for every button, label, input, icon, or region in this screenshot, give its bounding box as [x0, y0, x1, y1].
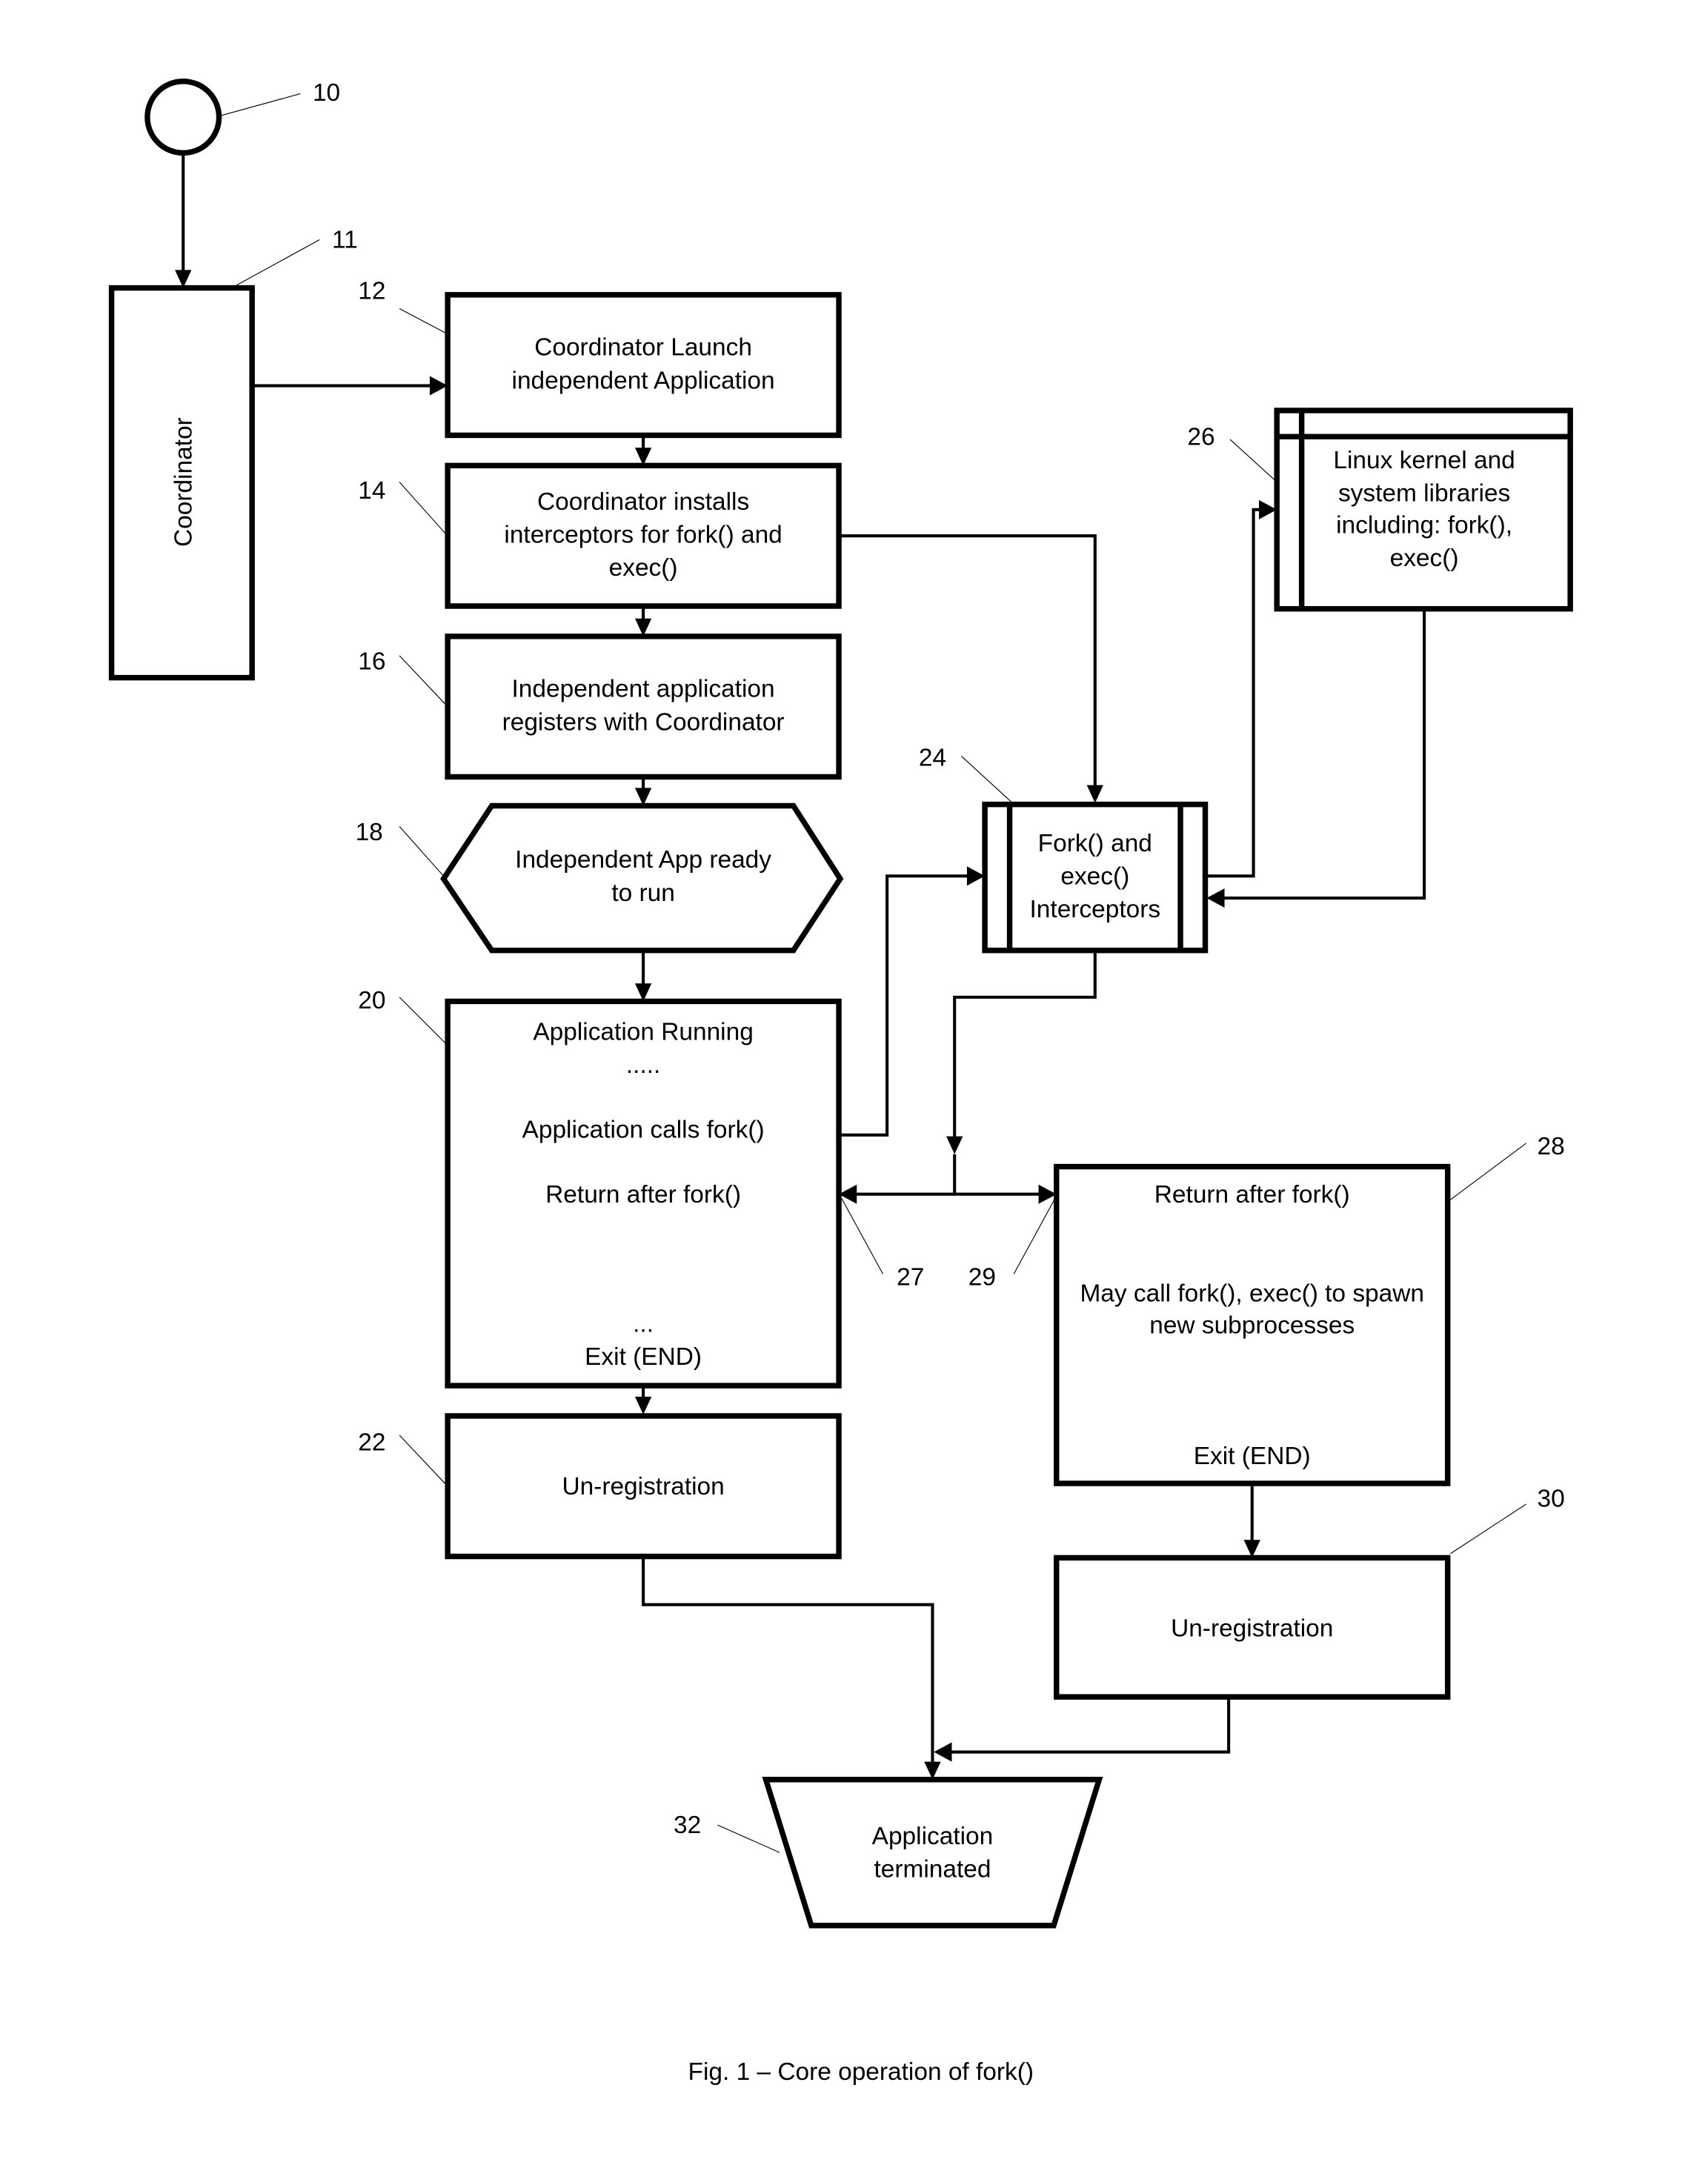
arrow-head-icon — [1206, 888, 1225, 908]
coordinator-node: Coordinator — [108, 285, 255, 681]
figure-caption: Fig. 1 – Core operation of fork() — [688, 2058, 1034, 2086]
install-label-line: interceptors for fork() and — [504, 521, 782, 548]
leader-line-30 — [1450, 1503, 1526, 1554]
leader-line-11 — [233, 239, 320, 287]
connector-unregister-child-terminated — [950, 1697, 1231, 1754]
leader-line-10 — [220, 93, 301, 116]
ready-label-line: to run — [611, 879, 675, 907]
coordinator-label: Coordinator — [170, 417, 197, 547]
ref-number-18: 18 — [356, 819, 383, 846]
unregister-parent-label: Un-registration — [562, 1473, 724, 1500]
kernel-label-line: including: fork(), — [1336, 511, 1512, 539]
connector-install-interceptors — [839, 534, 1097, 788]
arrow-head-icon — [634, 1396, 652, 1415]
running-label-line: Application calls fork() — [522, 1116, 765, 1143]
ref-number-11: 11 — [332, 227, 358, 254]
start-node — [144, 79, 222, 156]
ref-number-12: 12 — [358, 277, 385, 305]
ref-number-10: 10 — [313, 79, 340, 107]
ref-number-22: 22 — [358, 1429, 385, 1456]
ref-number-24: 24 — [919, 745, 946, 772]
interceptors-label-line: exec() — [1060, 862, 1129, 890]
ref-number-26: 26 — [1187, 423, 1214, 450]
register-node: Independent application registers with C… — [445, 634, 842, 780]
running-label-line: ..... — [626, 1051, 660, 1079]
leader-line-22 — [399, 1434, 447, 1486]
interceptors-label-line: Fork() and — [1038, 830, 1152, 857]
leader-line-27 — [841, 1198, 884, 1274]
launch-box — [445, 292, 842, 439]
install-node: Coordinator installs interceptors for fo… — [445, 462, 842, 609]
child-label-line: May call fork(), exec() to spawn — [1080, 1280, 1424, 1308]
ref-number-20: 20 — [358, 987, 385, 1014]
terminated-label-line: Application — [872, 1823, 994, 1850]
connector-interceptors-kernel — [1205, 508, 1262, 878]
launch-label-line: Coordinator Launch — [534, 334, 752, 362]
flowchart: 10 Coordinator 11 Coordinator Launch ind… — [108, 79, 1573, 2086]
child-node: Return after fork() May call fork(), exe… — [1054, 1163, 1451, 1486]
leader-line-12 — [399, 307, 447, 334]
ref-number-14: 14 — [358, 477, 385, 505]
kernel-label-line: exec() — [1390, 545, 1459, 572]
leader-line-16 — [399, 655, 447, 706]
ready-hexagon — [440, 802, 844, 954]
kernel-node: Linux kernel and system libraries includ… — [1274, 408, 1573, 612]
ready-node: Independent App ready to run — [440, 802, 844, 954]
child-label-line: Return after fork() — [1154, 1181, 1350, 1208]
launch-label-line: independent Application — [512, 367, 775, 394]
register-label-line: Independent application — [512, 676, 775, 703]
leader-line-14 — [399, 482, 447, 535]
child-label-line: Exit (END) — [1194, 1443, 1311, 1470]
terminated-node: Application terminated — [762, 1777, 1103, 1929]
connector-interceptors-return — [953, 950, 1097, 1138]
running-node: Application Running ..... Application ca… — [445, 998, 842, 1389]
leader-line-32 — [717, 1824, 780, 1853]
interceptors-node: Fork() and exec() Interceptors — [982, 801, 1209, 954]
connector-unregister-parent-terminated — [642, 1556, 934, 1763]
kernel-label-line: Linux kernel and — [1333, 447, 1515, 474]
unregister-child-label: Un-registration — [1171, 1615, 1333, 1642]
running-label-line: Application Running — [533, 1019, 753, 1046]
ref-number-27: 27 — [897, 1263, 924, 1291]
leader-line-18 — [399, 826, 444, 877]
unregister-child-node: Un-registration — [1054, 1554, 1451, 1700]
install-label-line: exec() — [609, 554, 678, 582]
terminated-label-line: terminated — [874, 1856, 991, 1883]
interceptors-label-line: Interceptors — [1030, 896, 1161, 923]
ref-number-16: 16 — [358, 648, 385, 675]
connector-running-interceptors — [839, 874, 968, 1137]
ref-number-30: 30 — [1538, 1486, 1565, 1513]
running-label-line: Exit (END) — [585, 1343, 702, 1371]
ref-number-28: 28 — [1538, 1133, 1565, 1160]
kernel-box — [1274, 408, 1573, 612]
ref-number-29: 29 — [968, 1263, 996, 1291]
child-label-line: new subprocesses — [1149, 1311, 1355, 1339]
kernel-label-line: system libraries — [1338, 480, 1510, 508]
leader-line-24 — [961, 756, 1011, 802]
ready-label-line: Independent App ready — [515, 846, 771, 874]
install-label-line: Coordinator installs — [537, 488, 749, 516]
unregister-parent-node: Un-registration — [445, 1413, 842, 1560]
leader-line-26 — [1229, 439, 1276, 482]
leader-line-28 — [1450, 1143, 1526, 1200]
start-circle — [144, 79, 222, 156]
arrow-head-icon — [1086, 785, 1103, 803]
running-label-line: ... — [633, 1311, 654, 1338]
leader-line-29 — [1013, 1198, 1056, 1274]
register-box — [445, 634, 842, 780]
arrow-head-icon — [946, 1136, 963, 1154]
launch-node: Coordinator Launch independent Applicati… — [445, 292, 842, 439]
arrow-head-icon — [934, 1742, 952, 1762]
ref-number-32: 32 — [674, 1812, 701, 1839]
leader-line-20 — [399, 997, 447, 1045]
terminated-trapezoid — [762, 1777, 1103, 1929]
running-label-line: Return after fork() — [545, 1181, 741, 1208]
register-label-line: registers with Coordinator — [502, 708, 785, 736]
